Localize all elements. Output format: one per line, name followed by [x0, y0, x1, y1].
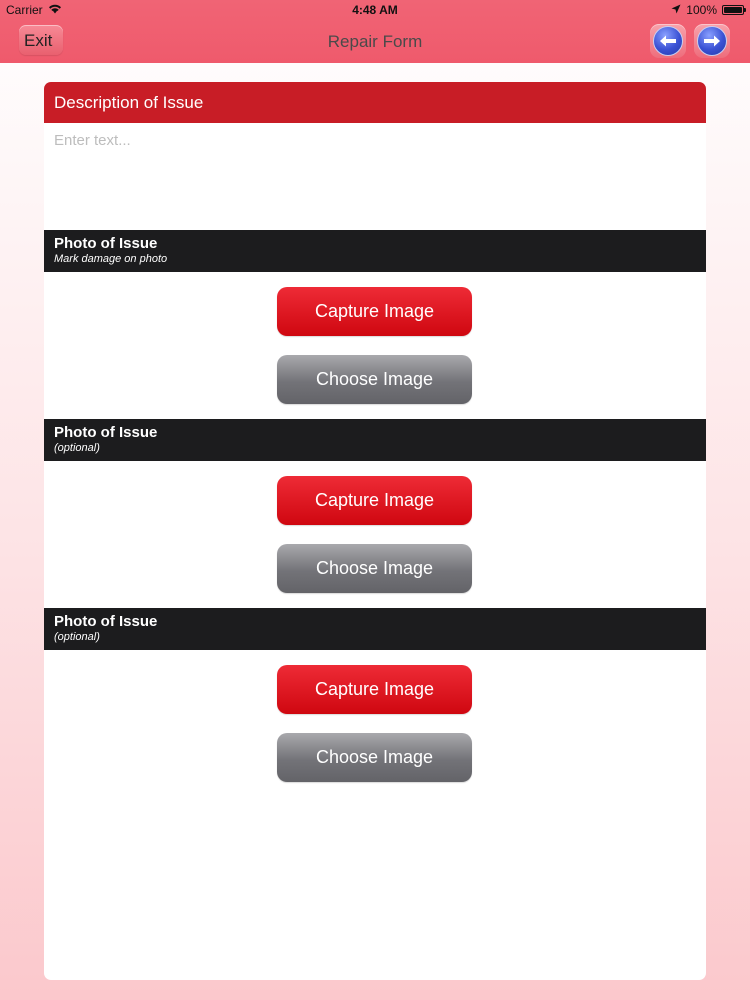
- description-input[interactable]: [44, 123, 706, 230]
- left-arrow-icon: [653, 26, 683, 56]
- status-bar: Carrier 4:48 AM 100%: [0, 0, 750, 20]
- battery-percent: 100%: [686, 3, 717, 17]
- capture-image-button[interactable]: Capture Image: [277, 476, 472, 525]
- photo-section-2: Photo of Issue (optional) Capture Image …: [44, 419, 706, 608]
- photo-section-title: Photo of Issue: [54, 235, 158, 252]
- back-button[interactable]: [650, 24, 686, 58]
- photo-section-header: Photo of Issue (optional): [44, 608, 706, 650]
- choose-image-button[interactable]: Choose Image: [277, 544, 472, 593]
- photo-section-subtitle: Mark damage on photo: [54, 253, 168, 265]
- forward-button[interactable]: [694, 24, 730, 58]
- photo-section-header: Photo of Issue (optional): [44, 419, 706, 461]
- page-title: Repair Form: [327, 32, 423, 51]
- location-arrow-icon: [671, 3, 681, 17]
- right-arrow-icon: [697, 26, 727, 56]
- choose-image-button[interactable]: Choose Image: [277, 733, 472, 782]
- photo-section-3: Photo of Issue (optional) Capture Image …: [44, 608, 706, 797]
- choose-image-button[interactable]: Choose Image: [277, 355, 472, 404]
- description-header: Description of Issue: [44, 82, 706, 123]
- battery-icon: [722, 5, 746, 15]
- top-bar: Carrier 4:48 AM 100% Exit Repair Form: [0, 0, 750, 63]
- capture-image-button[interactable]: Capture Image: [277, 665, 472, 714]
- status-time: 4:48 AM: [352, 3, 398, 17]
- photo-section-header: Photo of Issue Mark damage on photo: [44, 230, 706, 272]
- photo-section-subtitle: (optional): [54, 631, 100, 643]
- battery-fill: [724, 7, 742, 13]
- photo-section-title: Photo of Issue: [54, 613, 158, 630]
- capture-image-button[interactable]: Capture Image: [277, 287, 472, 336]
- status-right: 100%: [671, 3, 746, 17]
- photo-section-title: Photo of Issue: [54, 424, 158, 441]
- photo-section-1: Photo of Issue Mark damage on photo Capt…: [44, 230, 706, 419]
- repair-form-card: Description of Issue Photo of Issue Mark…: [44, 82, 706, 980]
- photo-section-subtitle: (optional): [54, 442, 100, 454]
